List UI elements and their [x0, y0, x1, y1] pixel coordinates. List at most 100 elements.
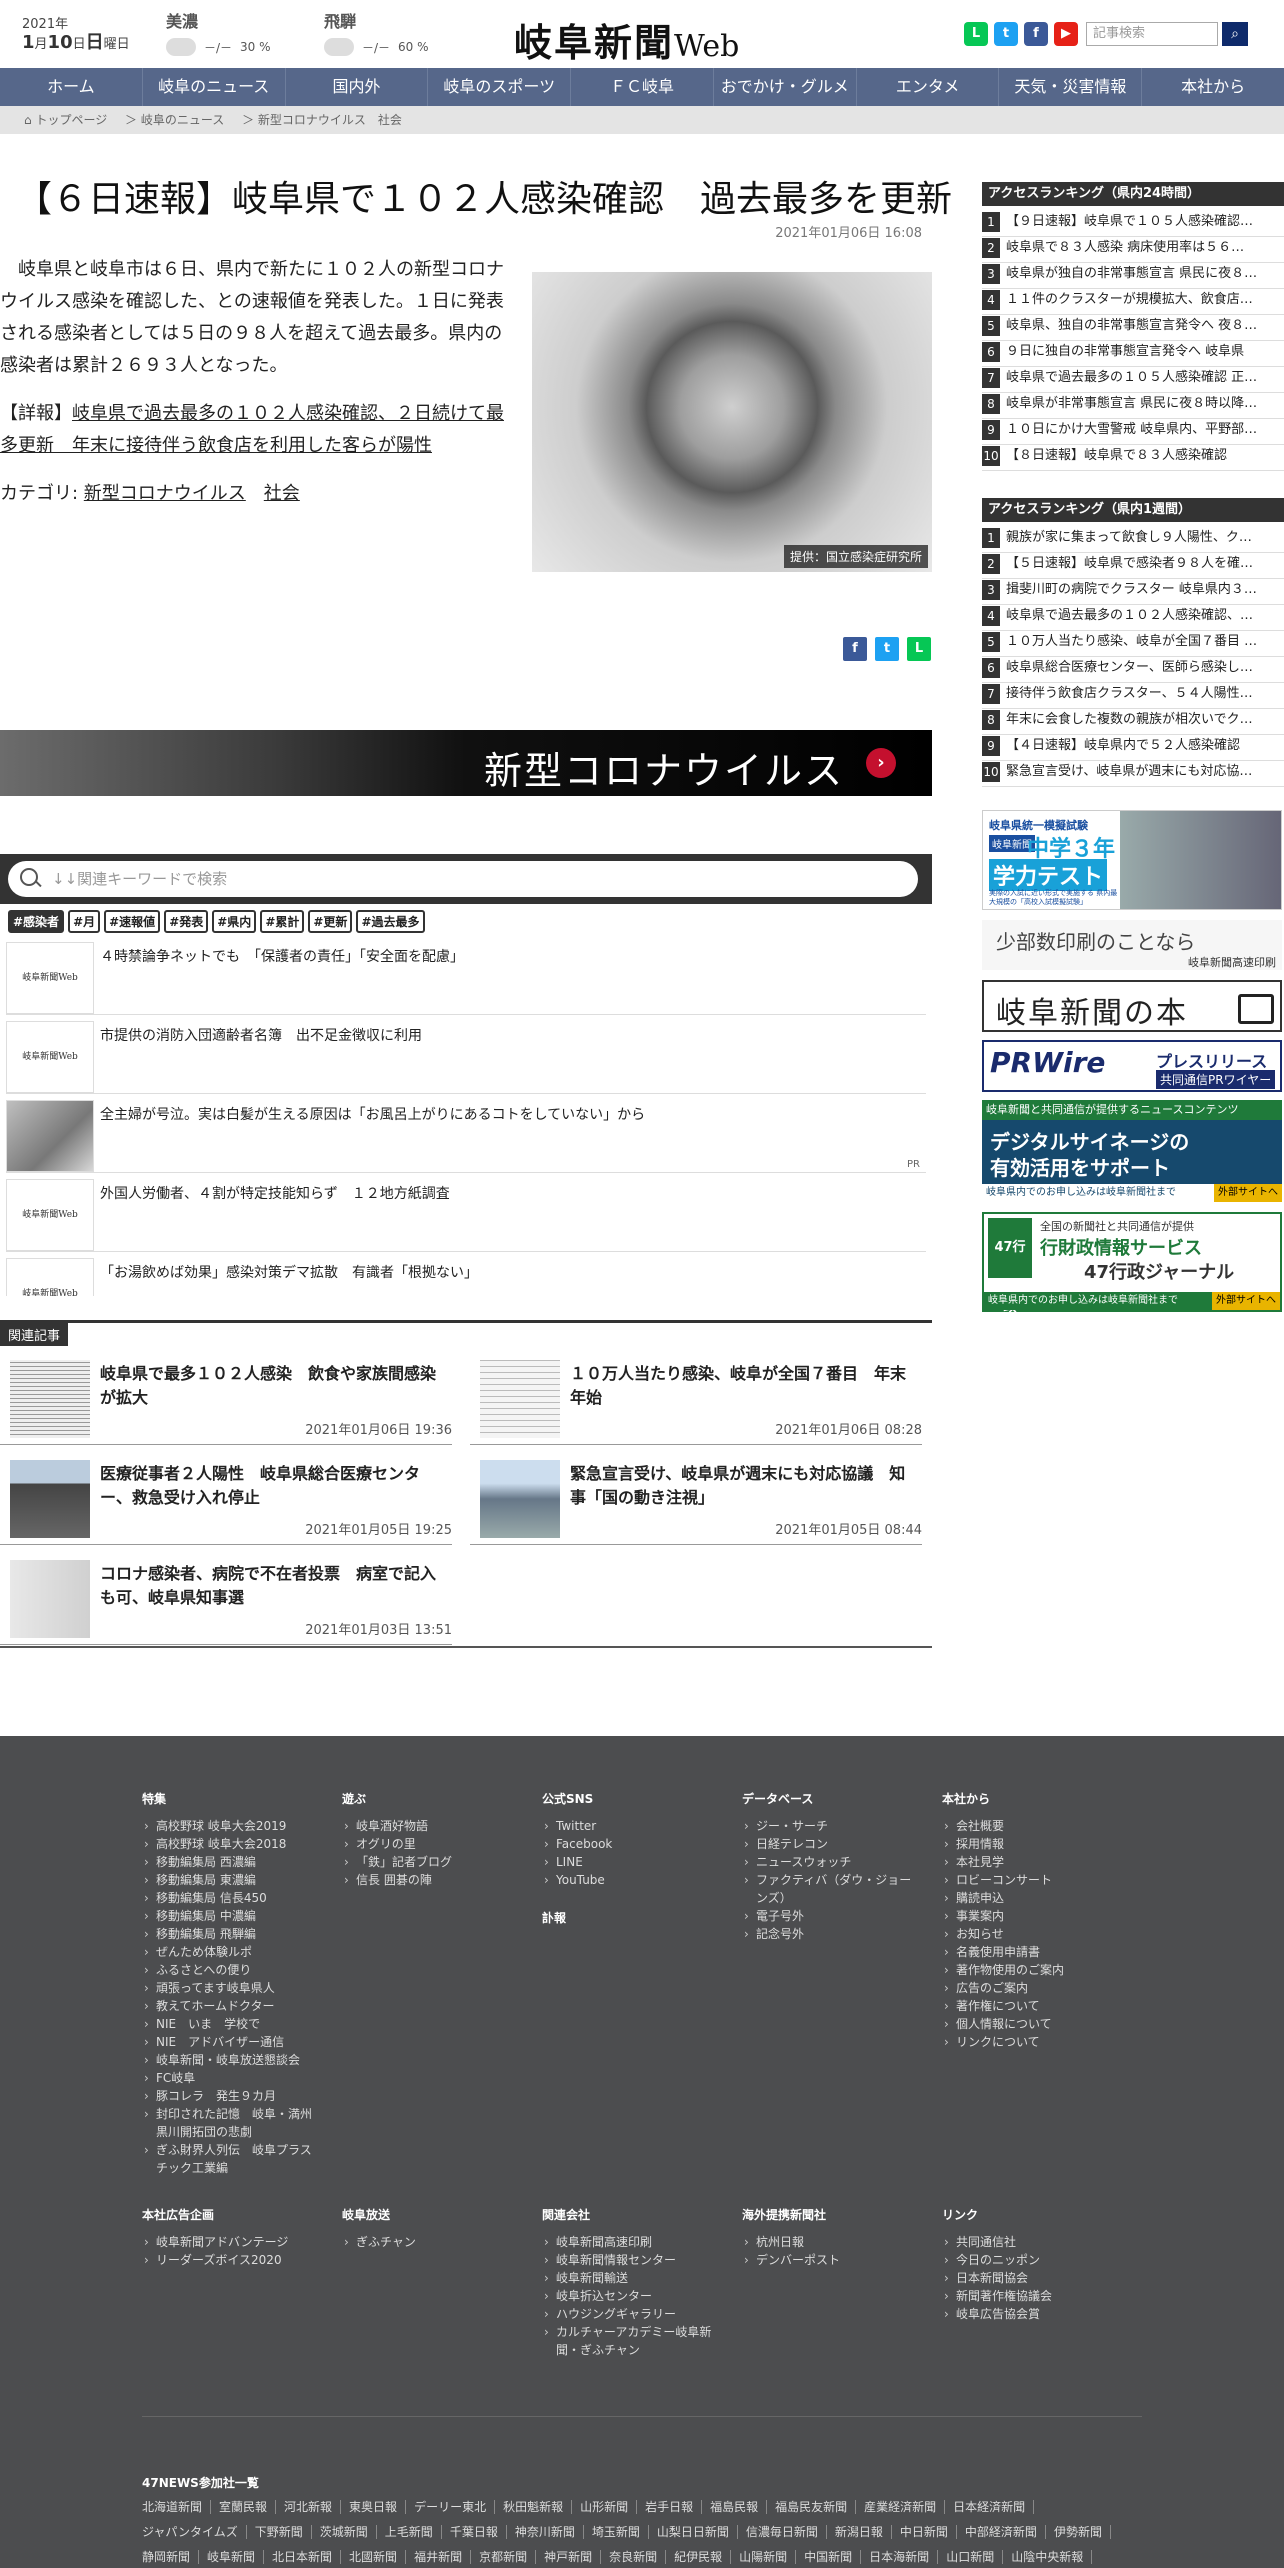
ad-gyosei-link[interactable]: 外部サイトへ: [1212, 1292, 1280, 1310]
ranking-item[interactable]: 7 岐阜県で過去最多の１０５人感染確認 正…: [982, 366, 1284, 393]
tag-item[interactable]: #発表: [164, 910, 209, 933]
paper-link[interactable]: 岩手日報: [637, 2500, 703, 2514]
crumb-news[interactable]: ＞ 岐阜のニュース: [125, 113, 224, 127]
footer-link[interactable]: 著作物使用のご案内: [942, 1961, 1122, 1979]
feed-item[interactable]: 岐阜新聞Web 市提供の消防入団適齢者名簿 出不足金徴収に利用: [6, 1017, 926, 1094]
ranking-item[interactable]: 7 接待伴う飲食店クラスター、５４人陽性…: [982, 682, 1284, 709]
paper-link[interactable]: 北海道新聞: [142, 2500, 212, 2514]
share-line-icon[interactable]: L: [907, 637, 931, 661]
ranking-item[interactable]: 4 １１件のクラスターが規模拡大、飲食店…: [982, 288, 1284, 315]
ranking-item[interactable]: 8 年末に会食した複数の親族が相次いでク…: [982, 708, 1284, 735]
related-item[interactable]: 医療従事者２人陽性 岐阜県総合医療センター、救急受け入れ停止 2021年01月0…: [0, 1450, 452, 1545]
article-photo[interactable]: 提供：国立感染症研究所: [532, 272, 932, 572]
tag-item[interactable]: #県内: [212, 910, 257, 933]
weather-hida[interactable]: 飛騨 －/－ 60 %: [324, 8, 429, 56]
footer-link[interactable]: 移動編集局 信長450: [142, 1889, 322, 1907]
ad-signage-link[interactable]: 外部サイトへ: [1214, 1184, 1282, 1202]
paper-link[interactable]: 中日新聞: [891, 2525, 957, 2539]
footer-link[interactable]: 豚コレラ 発生９カ月: [142, 2087, 322, 2105]
nav-gifu-news[interactable]: 岐阜のニュース: [143, 68, 286, 106]
tag-item[interactable]: #累計: [260, 910, 305, 933]
covid-banner[interactable]: 新型コロナウイルス ›: [0, 730, 932, 796]
paper-link[interactable]: 信濃毎日新聞: [737, 2525, 827, 2539]
paper-link[interactable]: 京都新聞: [471, 2550, 537, 2564]
share-facebook-icon[interactable]: f: [843, 637, 867, 661]
paper-link[interactable]: 山梨日日新聞: [648, 2525, 738, 2539]
paper-link[interactable]: 中部経済新聞: [956, 2525, 1046, 2539]
paper-link[interactable]: 紀伊民報: [666, 2550, 732, 2564]
ranking-item[interactable]: 5 １０万人当たり感染、岐阜が全国７番目 …: [982, 630, 1284, 657]
paper-link[interactable]: 伊勢新聞: [1045, 2525, 1111, 2539]
paper-link[interactable]: 中国新聞: [796, 2550, 862, 2564]
footer-link[interactable]: 岐阜新聞情報センター: [542, 2251, 722, 2269]
footer-link[interactable]: 新聞著作権協議会: [942, 2287, 1122, 2305]
paper-link[interactable]: 河北新報: [276, 2500, 342, 2514]
nav-company[interactable]: 本社から: [1142, 68, 1284, 106]
footer-link[interactable]: ハウジングギャラリー: [542, 2305, 722, 2323]
ranking-item[interactable]: 8 岐阜県が非常事態宣言 県民に夜８時以降…: [982, 392, 1284, 419]
ranking-item[interactable]: 2 【５日速報】岐阜県で感染者９８人を確…: [982, 552, 1284, 579]
share-twitter-icon[interactable]: t: [875, 637, 899, 661]
search-input[interactable]: 記事検索: [1086, 22, 1218, 46]
paper-link[interactable]: 福島民報: [702, 2500, 768, 2514]
footer-link[interactable]: 広告のご案内: [942, 1979, 1122, 1997]
tag-item[interactable]: #速報値: [104, 910, 161, 933]
footer-link[interactable]: NIE アドバイザー通信: [142, 2033, 322, 2051]
paper-link[interactable]: 千葉日報: [441, 2525, 507, 2539]
crumb-top[interactable]: トップページ: [35, 113, 107, 127]
footer-link[interactable]: 岐阜折込センター: [542, 2287, 722, 2305]
footer-link[interactable]: 高校野球 岐阜大会2018: [142, 1835, 322, 1853]
footer-link[interactable]: 「鉄」記者ブログ: [342, 1853, 522, 1871]
feed-item[interactable]: 岐阜新聞Web ４時禁論争ネットでも 「保護者の責任」「安全面を配慮」: [6, 938, 926, 1015]
ad-book[interactable]: 岐阜新聞の本: [982, 980, 1282, 1032]
ranking-item[interactable]: 5 岐阜県、独自の非常事態宣言発令へ 夜８…: [982, 314, 1284, 341]
paper-link[interactable]: 山陽新聞: [731, 2550, 797, 2564]
footer-link[interactable]: 個人情報について: [942, 2015, 1122, 2033]
footer-link[interactable]: 岐阜新聞アドバンテージ: [142, 2233, 322, 2251]
footer-link[interactable]: ロビーコンサート: [942, 1871, 1122, 1889]
paper-link[interactable]: デーリー東北: [406, 2500, 496, 2514]
footer-link[interactable]: 共同通信社: [942, 2233, 1122, 2251]
footer-link[interactable]: ファクティバ（ダウ・ジョーンズ）: [742, 1871, 922, 1907]
footer-link[interactable]: 岐阜新聞輸送: [542, 2269, 722, 2287]
ranking-item[interactable]: 10 【８日速報】岐阜県で８３人感染確認: [982, 444, 1284, 471]
footer-link[interactable]: 頑張ってます岐阜県人: [142, 1979, 322, 1997]
footer-link[interactable]: 名義使用申請書: [942, 1943, 1122, 1961]
footer-link[interactable]: 信長 囲碁の陣: [342, 1871, 522, 1889]
line-icon[interactable]: L: [964, 22, 988, 46]
nav-entertainment[interactable]: エンタメ: [857, 68, 1000, 106]
ranking-item[interactable]: 3 岐阜県が独自の非常事態宣言 県民に夜８…: [982, 262, 1284, 289]
related-item[interactable]: コロナ感染者、病院で不在者投票 病室で記入も可、岐阜県知事選 2021年01月0…: [0, 1550, 452, 1645]
ad-test[interactable]: 岐阜県統一模擬試験 岐阜新聞 中学３年 学力テスト 実際の入試に近い形式で実施す…: [982, 810, 1282, 910]
ad-prwire[interactable]: PRWire プレスリリース 共同通信PRワイヤー: [982, 1040, 1282, 1092]
tag-item[interactable]: #感染者: [8, 910, 65, 933]
footer-link[interactable]: お知らせ: [942, 1925, 1122, 1943]
footer-link[interactable]: 本社見学: [942, 1853, 1122, 1871]
ranking-item[interactable]: 3 揖斐川町の病院でクラスター 岐阜県内３…: [982, 578, 1284, 605]
paper-link[interactable]: 山陰中央新報: [1003, 2550, 1093, 2564]
footer-link[interactable]: 会社概要: [942, 1817, 1122, 1835]
facebook-icon[interactable]: f: [1024, 22, 1048, 46]
footer-link[interactable]: 著作権について: [942, 1997, 1122, 2015]
twitter-icon[interactable]: t: [994, 22, 1018, 46]
category-link-covid[interactable]: 新型コロナウイルス: [84, 483, 246, 504]
footer-link[interactable]: 記念号外: [742, 1925, 922, 1943]
footer-link[interactable]: カルチャーアカデミー岐阜新聞・ぎふチャン: [542, 2323, 722, 2359]
footer-link[interactable]: 事業案内: [942, 1907, 1122, 1925]
footer-link[interactable]: ぜんため体験ルポ: [142, 1943, 322, 1961]
ranking-item[interactable]: 1 【９日速報】岐阜県で１０５人感染確認…: [982, 210, 1284, 237]
paper-link[interactable]: 神戸新聞: [536, 2550, 602, 2564]
paper-link[interactable]: 東奥日報: [341, 2500, 407, 2514]
paper-link[interactable]: ジャパンタイムズ: [142, 2525, 247, 2539]
ad-signage[interactable]: 岐阜新聞と共同通信が提供するニュースコンテンツ デジタルサイネージの 有効活用を…: [982, 1100, 1282, 1202]
footer-link[interactable]: 岐阜新聞・岐阜放送懇談会: [142, 2051, 322, 2069]
footer-link[interactable]: ニュースウォッチ: [742, 1853, 922, 1871]
nav-weather[interactable]: 天気・災害情報: [999, 68, 1143, 106]
footer-link[interactable]: NIE いま 学校で: [142, 2015, 322, 2033]
paper-link[interactable]: 山口新聞: [938, 2550, 1004, 2564]
footer-link[interactable]: 購読申込: [942, 1889, 1122, 1907]
paper-link[interactable]: 奈良新聞: [601, 2550, 667, 2564]
footer-link[interactable]: 日本新聞協会: [942, 2269, 1122, 2287]
paper-link[interactable]: 福井新聞: [406, 2550, 472, 2564]
footer-link[interactable]: 教えてホームドクター: [142, 1997, 322, 2015]
